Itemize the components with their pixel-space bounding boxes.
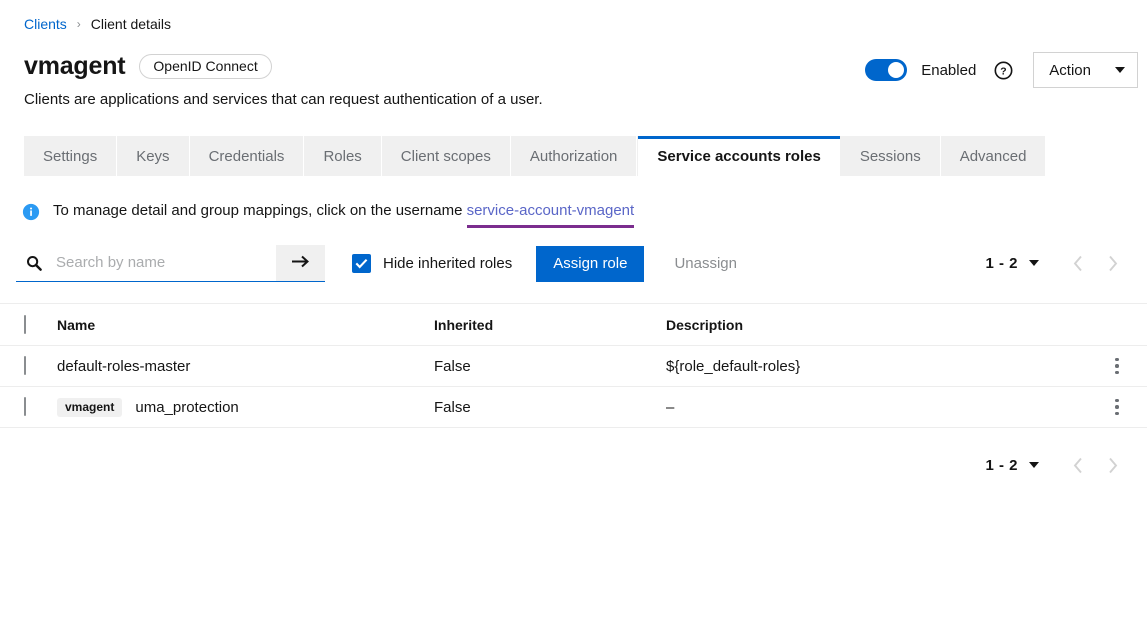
pagination-next-top (1095, 246, 1129, 280)
pagination-dropdown-icon-bottom[interactable] (1029, 462, 1039, 468)
tab-label: Authorization (529, 148, 618, 165)
tab-label: Settings (43, 148, 98, 165)
select-all-checkbox[interactable] (24, 314, 26, 334)
pagination-prev-top (1061, 246, 1095, 280)
service-account-link[interactable]: service-account-vmagent (467, 202, 635, 220)
table-header-row: Name Inherited Description (0, 303, 1147, 346)
column-header-inherited: Inherited (434, 316, 494, 333)
header-actions: Enabled ? Action (865, 52, 1138, 88)
tab-label: Advanced (959, 148, 1027, 165)
info-alert: To manage detail and group mappings, cli… (22, 201, 634, 221)
info-circle-icon (22, 203, 40, 221)
hide-inherited-roles-checkbox[interactable]: Hide inherited roles (352, 254, 512, 273)
assign-role-button[interactable]: Assign role (536, 245, 645, 282)
cell-actions (1087, 392, 1147, 422)
table-row: default-roles-master False ${role_default-… (0, 346, 1147, 387)
tab-roles[interactable]: Roles (304, 136, 382, 177)
table-toolbar: Hide inherited roles Assign role Unassig… (16, 244, 749, 282)
tab-settings[interactable]: Settings (24, 136, 118, 177)
tab-bar-underline (0, 176, 1147, 177)
pagination-bottom: 1 - 2 (985, 447, 1129, 483)
info-alert-message: To manage detail and group mappings, cli… (53, 202, 467, 219)
pagination-range-bottom: 1 - 2 (985, 456, 1018, 474)
table-body: default-roles-master False ${role_default-… (0, 346, 1147, 428)
row-select-cell (24, 397, 57, 416)
cell-inherited: False (434, 357, 471, 375)
action-dropdown-button[interactable]: Action (1033, 52, 1138, 88)
tab-client-scopes[interactable]: Client scopes (381, 136, 511, 177)
column-header-description: Description (666, 316, 744, 333)
cell-name: vmagent uma_protection (57, 397, 434, 417)
cell-description: ${role_default-roles} (666, 357, 801, 375)
cell-name: default-roles-master (57, 358, 434, 375)
breadcrumb-current: Client details (90, 16, 171, 32)
role-name: uma_protection (135, 398, 239, 416)
search-box (16, 244, 276, 281)
pagination-range-top: 1 - 2 (985, 254, 1018, 272)
search-input[interactable] (54, 253, 249, 272)
client-badge: vmagent (57, 397, 123, 417)
tab-keys[interactable]: Keys (117, 136, 190, 177)
enabled-toggle[interactable] (865, 59, 908, 81)
tab-authorization[interactable]: Authorization (510, 136, 638, 177)
cell-actions (1087, 351, 1147, 381)
tab-label: Keys (136, 148, 170, 165)
cell-inherited: False (434, 398, 471, 416)
tab-label: Sessions (859, 148, 921, 165)
pagination-next-bottom (1095, 448, 1129, 482)
checkbox-checked-icon (352, 254, 371, 273)
tab-label: Credentials (208, 148, 285, 165)
breadcrumb-separator-icon: › (76, 17, 81, 31)
table-row: vmagent uma_protection False – (0, 387, 1147, 428)
tab-advanced[interactable]: Advanced (940, 136, 1047, 177)
pagination-dropdown-icon-top[interactable] (1029, 260, 1039, 266)
pagination-prev-bottom (1061, 448, 1095, 482)
column-header-name: Name (57, 316, 96, 333)
cell-description: – (666, 398, 675, 416)
protocol-badge: OpenID Connect (139, 54, 272, 79)
tab-service-accounts-roles[interactable]: Service accounts roles (637, 136, 841, 177)
tab-credentials[interactable]: Credentials (189, 136, 305, 177)
roles-table: Name Inherited Description default-roles… (0, 303, 1147, 428)
tab-label: Service accounts roles (657, 148, 821, 165)
enabled-label: Enabled (921, 61, 977, 79)
select-all-cell (24, 314, 57, 334)
row-select-cell (24, 356, 57, 375)
tab-bar: Settings Keys Credentials Roles Client scope… (24, 136, 1047, 177)
info-alert-text: To manage detail and group mappings, cli… (53, 201, 634, 221)
kebab-menu-icon[interactable] (1104, 392, 1130, 422)
tab-label: Client scopes (400, 148, 491, 165)
svg-text:?: ? (1001, 66, 1007, 77)
pagination-top: 1 - 2 (985, 245, 1129, 281)
search-group (16, 244, 325, 282)
page-subtitle: Clients are applications and services th… (24, 91, 543, 108)
row-checkbox[interactable] (24, 397, 26, 416)
row-checkbox[interactable] (24, 356, 26, 375)
page-title: vmagent (24, 52, 126, 80)
search-icon (26, 255, 42, 271)
breadcrumb: Clients › Client details (24, 16, 171, 32)
role-name: default-roles-master (57, 357, 191, 375)
tab-label: Roles (323, 148, 362, 165)
tab-sessions[interactable]: Sessions (840, 136, 941, 177)
arrow-right-icon (291, 254, 310, 272)
unassign-button: Unassign (662, 246, 749, 282)
breadcrumb-link-clients[interactable]: Clients (24, 16, 67, 32)
chevron-down-icon (1115, 67, 1125, 73)
action-dropdown-label: Action (1049, 61, 1091, 79)
search-submit-button[interactable] (276, 244, 325, 281)
kebab-menu-icon[interactable] (1104, 351, 1130, 381)
hide-inherited-roles-label: Hide inherited roles (383, 255, 513, 272)
help-circle-icon[interactable]: ? (994, 61, 1013, 80)
page-title-row: vmagent OpenID Connect (24, 52, 272, 81)
